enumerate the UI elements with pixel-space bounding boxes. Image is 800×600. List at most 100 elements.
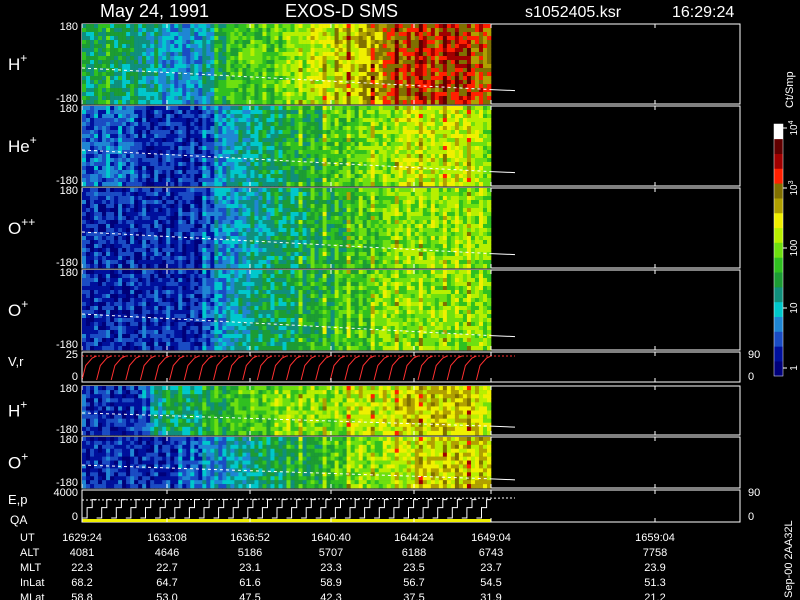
heatmap-cell <box>458 150 464 155</box>
heatmap-cell <box>382 122 388 127</box>
heatmap-cell <box>338 96 343 101</box>
heatmap-cell <box>318 92 323 97</box>
heatmap-cell <box>438 146 444 151</box>
heatmap-cell <box>350 56 355 61</box>
heatmap-cell <box>446 92 452 97</box>
heatmap-cell <box>262 44 267 49</box>
heatmap-cell <box>226 146 231 151</box>
heatmap-cell <box>142 178 147 183</box>
heatmap-cell <box>126 216 131 221</box>
heatmap-cell <box>382 88 388 93</box>
heatmap-cell <box>198 178 203 183</box>
ion-charge: + <box>30 133 37 147</box>
heatmap-cell <box>182 204 187 209</box>
heatmap-cell <box>130 188 135 193</box>
heatmap-cell <box>246 248 251 253</box>
heatmap-cell <box>378 174 384 179</box>
heatmap-cell <box>442 170 448 175</box>
heatmap-cell <box>274 134 279 139</box>
heatmap-cell <box>394 88 400 93</box>
heatmap-cell <box>146 236 151 241</box>
heatmap-cell <box>206 174 211 179</box>
heatmap-cell <box>346 96 351 101</box>
heatmap-cell <box>90 208 95 213</box>
heatmap-cell <box>482 84 488 89</box>
heatmap-cell <box>430 182 436 187</box>
heatmap-cell <box>414 52 420 57</box>
heatmap-cell <box>438 72 444 77</box>
heatmap-cell <box>462 92 468 97</box>
heatmap-cell <box>126 48 131 53</box>
heatmap-cell <box>86 228 91 233</box>
heatmap-cell <box>122 192 127 197</box>
heatmap-cell <box>330 72 335 77</box>
heatmap-cell <box>466 48 472 53</box>
heatmap-cell <box>262 110 267 115</box>
heatmap-cell <box>450 138 456 143</box>
heatmap-cell <box>154 126 159 131</box>
heatmap-cell <box>470 72 476 77</box>
heatmap-cell <box>134 188 139 193</box>
heatmap-cell <box>162 232 167 237</box>
heatmap-cell <box>210 196 215 201</box>
heatmap-cell <box>254 126 259 131</box>
heatmap-cell <box>426 44 432 49</box>
heatmap-cell <box>122 88 127 93</box>
heatmap-cell <box>190 216 195 221</box>
heatmap-cell <box>182 244 187 249</box>
heatmap-cell <box>170 130 175 135</box>
heatmap-cell <box>290 138 295 143</box>
heatmap-cell <box>350 174 355 179</box>
heatmap-cell <box>142 174 147 179</box>
heatmap-cell <box>482 92 488 97</box>
heatmap-cell <box>366 36 372 41</box>
heatmap-cell <box>278 96 283 101</box>
heatmap-cell <box>142 88 147 93</box>
heatmap-cell <box>154 154 159 159</box>
heatmap-cell <box>202 208 207 213</box>
heatmap-cell <box>342 126 347 131</box>
heatmap-cell <box>222 44 227 49</box>
heatmap-cell <box>142 96 147 101</box>
heatmap-cell <box>262 118 267 123</box>
heatmap-cell <box>474 162 480 167</box>
heatmap-cell <box>338 84 343 89</box>
heatmap-cell <box>334 44 339 49</box>
heatmap-cell <box>106 208 111 213</box>
heatmap-cell <box>262 100 267 105</box>
heatmap-cell <box>170 256 175 261</box>
heatmap-cell <box>438 48 444 53</box>
heatmap-cell <box>222 106 227 111</box>
heatmap-cell <box>366 40 372 45</box>
heatmap-cell <box>206 252 211 257</box>
heatmap-cell <box>478 146 484 151</box>
heatmap-cell <box>414 48 420 53</box>
heatmap-cell <box>326 48 331 53</box>
heatmap-cell <box>146 182 151 187</box>
heatmap-cell <box>166 208 171 213</box>
heatmap-cell <box>150 236 155 241</box>
heatmap-cell <box>194 174 199 179</box>
heatmap-cell <box>326 134 331 139</box>
heatmap-cell <box>170 36 175 41</box>
heatmap-cell <box>114 248 119 253</box>
heatmap-cell <box>158 162 163 167</box>
heatmap-cell <box>334 40 339 45</box>
heatmap-cell <box>126 36 131 41</box>
heatmap-cell <box>82 142 87 147</box>
heatmap-cell <box>298 178 303 183</box>
heatmap-cell <box>266 150 271 155</box>
heatmap-cell <box>158 142 163 147</box>
heatmap-cell <box>122 264 127 269</box>
heatmap-cell <box>90 244 95 249</box>
heatmap-cell <box>114 240 119 245</box>
heatmap-cell <box>182 260 187 265</box>
heatmap-cell <box>290 68 295 73</box>
heatmap-cell <box>318 138 323 143</box>
heatmap-cell <box>282 88 287 93</box>
heatmap-cell <box>126 52 131 57</box>
heatmap-cell <box>298 126 303 131</box>
heatmap-cell <box>390 48 396 53</box>
ion-label: He+ <box>8 133 37 156</box>
heatmap-cell <box>134 196 139 201</box>
